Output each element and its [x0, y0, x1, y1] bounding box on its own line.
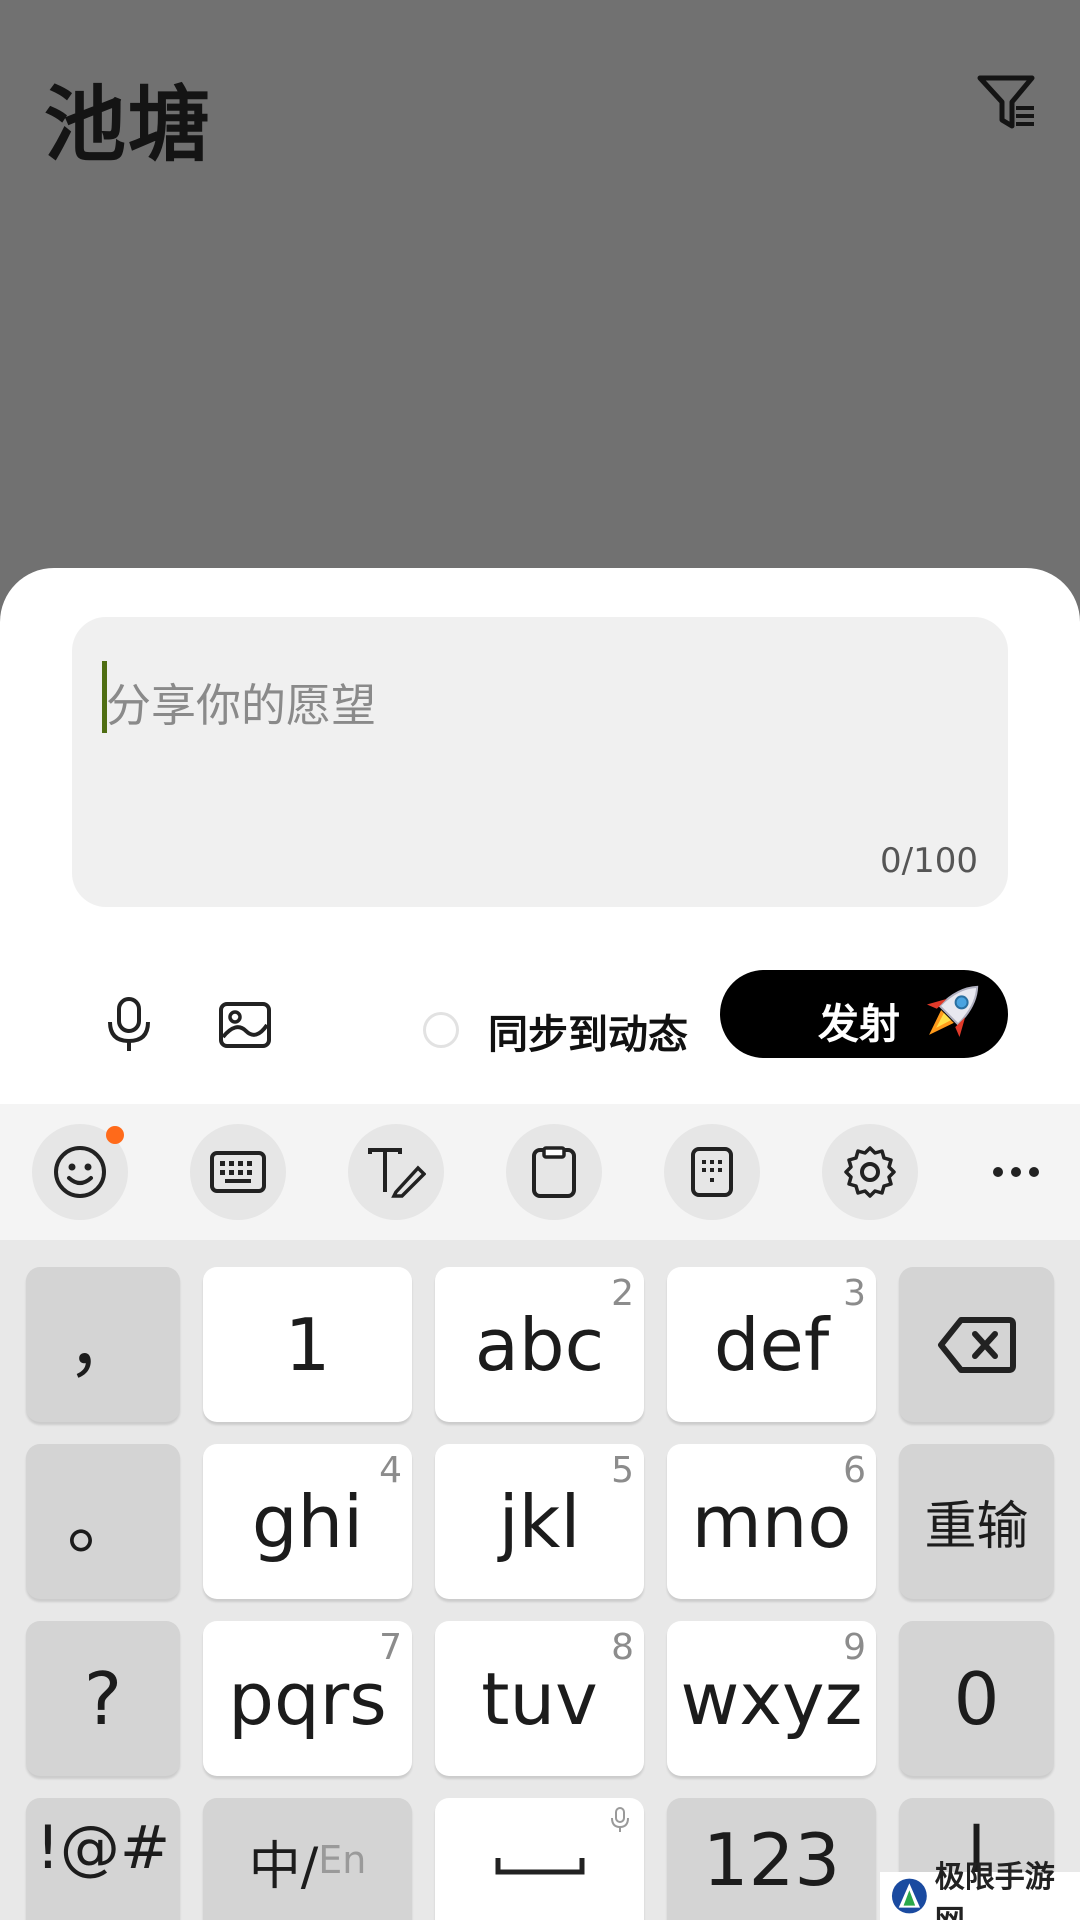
image-button[interactable]: [212, 988, 278, 1062]
key-period[interactable]: 。: [26, 1444, 180, 1599]
wish-input-placeholder: 分享你的愿望: [106, 679, 377, 732]
key-jkl[interactable]: jkl 5: [435, 1444, 644, 1599]
filter-button[interactable]: [970, 66, 1042, 138]
numpad-icon: [691, 1147, 733, 1197]
key-1[interactable]: 1: [203, 1267, 412, 1422]
key-wxyz[interactable]: wxyz 9: [667, 1621, 876, 1776]
wish-input[interactable]: 分享你的愿望 0/100: [72, 617, 1008, 907]
image-icon: [219, 1002, 271, 1048]
handwriting-button[interactable]: [348, 1124, 444, 1220]
backspace-icon: [937, 1316, 1016, 1373]
key-0[interactable]: 0: [899, 1621, 1054, 1776]
key-abc[interactable]: abc 2: [435, 1267, 644, 1422]
keyboard: ， 1 abc 2 def 3 。 ghi 4 jkl 5 mno 6 重输 ?…: [0, 1240, 1080, 1920]
lang-en-label: En: [318, 1838, 367, 1882]
key-def[interactable]: def 3: [667, 1267, 876, 1422]
compose-sheet: 分享你的愿望 0/100 同步到动态 发射: [0, 568, 1080, 1104]
watermark: 极限手游网: [880, 1860, 1080, 1920]
filter-icon: [977, 75, 1035, 129]
clipboard-button[interactable]: [506, 1124, 602, 1220]
key-ghi[interactable]: ghi 4: [203, 1444, 412, 1599]
notification-dot: [106, 1126, 124, 1144]
microphone-icon: [108, 997, 150, 1051]
sync-label[interactable]: 同步到动态: [488, 1002, 688, 1060]
key-pqrs[interactable]: pqrs 7: [203, 1621, 412, 1776]
key-reenter[interactable]: 重输: [899, 1444, 1054, 1599]
emoji-icon: [54, 1146, 106, 1198]
watermark-text: 极限手游网: [934, 1860, 1055, 1920]
more-icon: [993, 1167, 1039, 1177]
handwriting-icon: [368, 1148, 426, 1198]
key-lang-switch[interactable]: 中/ En: [203, 1798, 412, 1920]
keyboard-button[interactable]: [190, 1124, 286, 1220]
page-title: 池塘: [44, 78, 213, 173]
key-mno[interactable]: mno 6: [667, 1444, 876, 1599]
keyboard-toolbar: [0, 1104, 1080, 1240]
space-icon: [495, 1858, 584, 1875]
key-backspace[interactable]: [899, 1267, 1054, 1422]
key-question[interactable]: ?: [26, 1621, 180, 1776]
key-space[interactable]: [435, 1798, 644, 1920]
key-symbols[interactable]: !@#: [26, 1798, 180, 1920]
more-button[interactable]: [980, 1124, 1052, 1220]
sync-radio[interactable]: [423, 1012, 459, 1048]
settings-button[interactable]: [822, 1124, 918, 1220]
gear-icon: [844, 1146, 896, 1198]
watermark-logo-icon: [891, 1878, 927, 1914]
voice-button[interactable]: [96, 988, 162, 1062]
launch-label: 发射: [818, 1000, 900, 1048]
char-counter: 0/100: [880, 841, 978, 881]
key-comma[interactable]: ，: [26, 1267, 180, 1422]
keyboard-icon: [210, 1151, 266, 1193]
numpad-button[interactable]: [664, 1124, 760, 1220]
key-123[interactable]: 123: [667, 1798, 876, 1920]
rocket-icon: [926, 985, 979, 1038]
microphone-icon: [611, 1807, 629, 1832]
key-tuv[interactable]: tuv 8: [435, 1621, 644, 1776]
clipboard-icon: [532, 1146, 576, 1198]
launch-button[interactable]: 发射: [720, 970, 1008, 1058]
